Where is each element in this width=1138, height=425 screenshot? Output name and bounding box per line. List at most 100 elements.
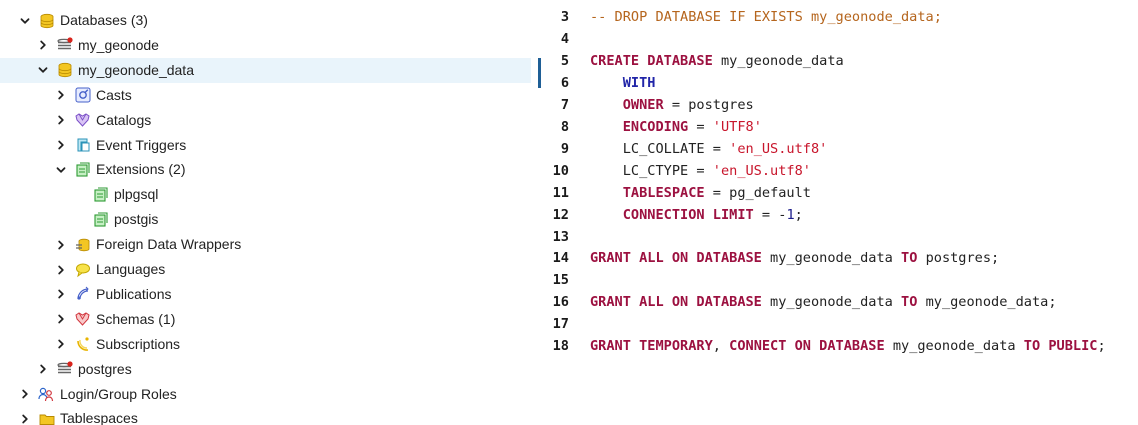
event-triggers-icon (74, 137, 91, 154)
line-number: 14 (552, 250, 569, 267)
tree-item-tablespaces[interactable]: Tablespaces (0, 406, 531, 425)
tree-item-languages[interactable]: Languages (0, 257, 531, 282)
code-text: ENCODING = 'UTF8' (590, 116, 762, 138)
code-token: my_geonode_data (761, 250, 902, 267)
line-number: 15 (552, 272, 569, 289)
languages-icon (74, 261, 91, 278)
code-token: my_geonode_data (712, 52, 844, 69)
tree-item-label: Databases (3) (60, 12, 148, 28)
chevron-down-icon[interactable] (54, 163, 68, 177)
line-number: 18 (552, 338, 569, 355)
code-text: GRANT ALL ON DATABASE my_geonode_data TO… (590, 247, 999, 269)
extension-icon (92, 211, 109, 228)
tree-item-event-triggers[interactable]: Event Triggers (0, 133, 531, 158)
tree-item-casts[interactable]: Casts (0, 83, 531, 108)
chevron-right-icon[interactable] (54, 113, 68, 127)
tree-item-postgis[interactable]: postgis (0, 207, 531, 232)
tree-item-login-group-roles[interactable]: Login/Group Roles (0, 382, 531, 407)
code-line[interactable]: 5 CREATE DATABASE my_geonode_data (543, 50, 1138, 72)
tree-item-subscriptions[interactable]: Subscriptions (0, 332, 531, 357)
code-text: GRANT TEMPORARY, CONNECT ON DATABASE my_… (590, 335, 1106, 357)
tree-item-label: Event Triggers (96, 136, 187, 153)
code-line[interactable]: 13 (543, 226, 1138, 248)
chevron-right-icon[interactable] (36, 38, 50, 52)
code-text: TABLESPACE = pg_default (590, 182, 811, 204)
line-number: 10 (552, 162, 569, 179)
line-number: 17 (552, 316, 569, 333)
database-disconnected-icon (56, 361, 73, 378)
tablespaces-icon (38, 410, 55, 425)
code-token: ; (1097, 338, 1106, 355)
tree-item-schemas-1[interactable]: Schemas (1) (0, 307, 531, 332)
code-token: my_geonode_data (761, 294, 902, 311)
chevron-down-icon[interactable] (36, 63, 50, 77)
code-line[interactable]: 15 (543, 269, 1138, 291)
line-number: 12 (552, 206, 569, 223)
code-line[interactable]: 14 GRANT ALL ON DATABASE my_geonode_data … (543, 247, 1138, 269)
chevron-right-icon[interactable] (54, 287, 68, 301)
publications-icon (74, 286, 91, 303)
tree-item-postgres[interactable]: postgres (0, 357, 531, 382)
code-line[interactable]: 10 LC_CTYPE = 'en_US.utf8' (543, 160, 1138, 182)
chevron-right-icon[interactable] (54, 263, 68, 277)
code-line[interactable]: 12 CONNECTION LIMIT = -1; (543, 204, 1138, 226)
chevron-right-icon[interactable] (54, 88, 68, 102)
code-token: , (712, 338, 730, 355)
tree-item-label: Tablespaces (60, 410, 138, 425)
code-token: GRANT ALL ON DATABASE (590, 250, 762, 267)
code-line[interactable]: 11 TABLESPACE = pg_default (543, 182, 1138, 204)
code-token: 'en_US.utf8' (729, 140, 828, 157)
code-line[interactable]: 7 OWNER = postgres (543, 94, 1138, 116)
code-text: WITH (590, 72, 656, 94)
tree-item-foreign-data-wrappers[interactable]: Foreign Data Wrappers (0, 232, 531, 257)
line-number: 5 (560, 52, 569, 69)
code-line[interactable]: 18 GRANT TEMPORARY, CONNECT ON DATABASE m… (543, 335, 1138, 357)
line-number: 13 (552, 228, 569, 245)
code-token: 'UTF8' (712, 118, 762, 135)
tree-item-label: postgis (114, 211, 159, 228)
chevron-right-icon[interactable] (54, 138, 68, 152)
tree-item-my-geonode-data[interactable]: my_geonode_data (0, 57, 531, 83)
code-line[interactable]: 9 LC_COLLATE = 'en_US.utf8' (543, 138, 1138, 160)
active-line-marker (538, 58, 541, 88)
extensions-icon (74, 161, 91, 178)
database-icon (38, 12, 55, 29)
chevron-right-icon[interactable] (54, 238, 68, 252)
code-line[interactable]: 6 WITH (543, 72, 1138, 94)
tree-item-publications[interactable]: Publications (0, 282, 531, 307)
chevron-right-icon[interactable] (18, 412, 32, 425)
code-token: GRANT TEMPORARY (590, 338, 713, 355)
tree-item-databases-3[interactable]: Databases (3) (0, 8, 531, 33)
chevron-right-icon[interactable] (18, 387, 32, 401)
tree-item-label: Casts (96, 86, 132, 103)
chevron-right-icon[interactable] (54, 337, 68, 351)
code-token: OWNER (622, 96, 664, 113)
line-number: 4 (560, 30, 569, 47)
code-line[interactable]: 3 -- DROP DATABASE IF EXISTS my_geonode_d… (543, 6, 1138, 28)
chevron-right-icon[interactable] (36, 362, 50, 376)
code-line[interactable]: 4 (543, 28, 1138, 50)
code-line[interactable]: 16 GRANT ALL ON DATABASE my_geonode_data … (543, 291, 1138, 313)
tree-item-label: plpgsql (114, 186, 159, 203)
code-token: TO (901, 294, 918, 311)
line-number: 16 (552, 294, 569, 311)
code-token: = postgres (663, 96, 754, 113)
chevron-down-icon[interactable] (18, 14, 32, 28)
tree-item-my-geonode[interactable]: my_geonode (0, 33, 531, 58)
tree-item-label: Schemas (1) (96, 310, 176, 327)
sql-editor[interactable]: 3 -- DROP DATABASE IF EXISTS my_geonode_d… (543, 0, 1138, 425)
code-text: LC_COLLATE = 'en_US.utf8' (590, 138, 828, 160)
code-token: CREATE DATABASE (590, 52, 713, 69)
object-browser-tree: Databases (3) my_geonode my_geonode_data Ca… (0, 0, 531, 425)
code-line[interactable]: 17 (543, 313, 1138, 335)
chevron-right-icon[interactable] (54, 312, 68, 326)
database-disconnected-icon (56, 37, 73, 54)
tree-item-plpgsql[interactable]: plpgsql (0, 182, 531, 207)
code-text: LC_CTYPE = 'en_US.utf8' (590, 160, 811, 182)
tree-item-catalogs[interactable]: Catalogs (0, 108, 531, 133)
code-line[interactable]: 8 ENCODING = 'UTF8' (543, 116, 1138, 138)
tree-item-extensions-2[interactable]: Extensions (2) (0, 157, 531, 182)
